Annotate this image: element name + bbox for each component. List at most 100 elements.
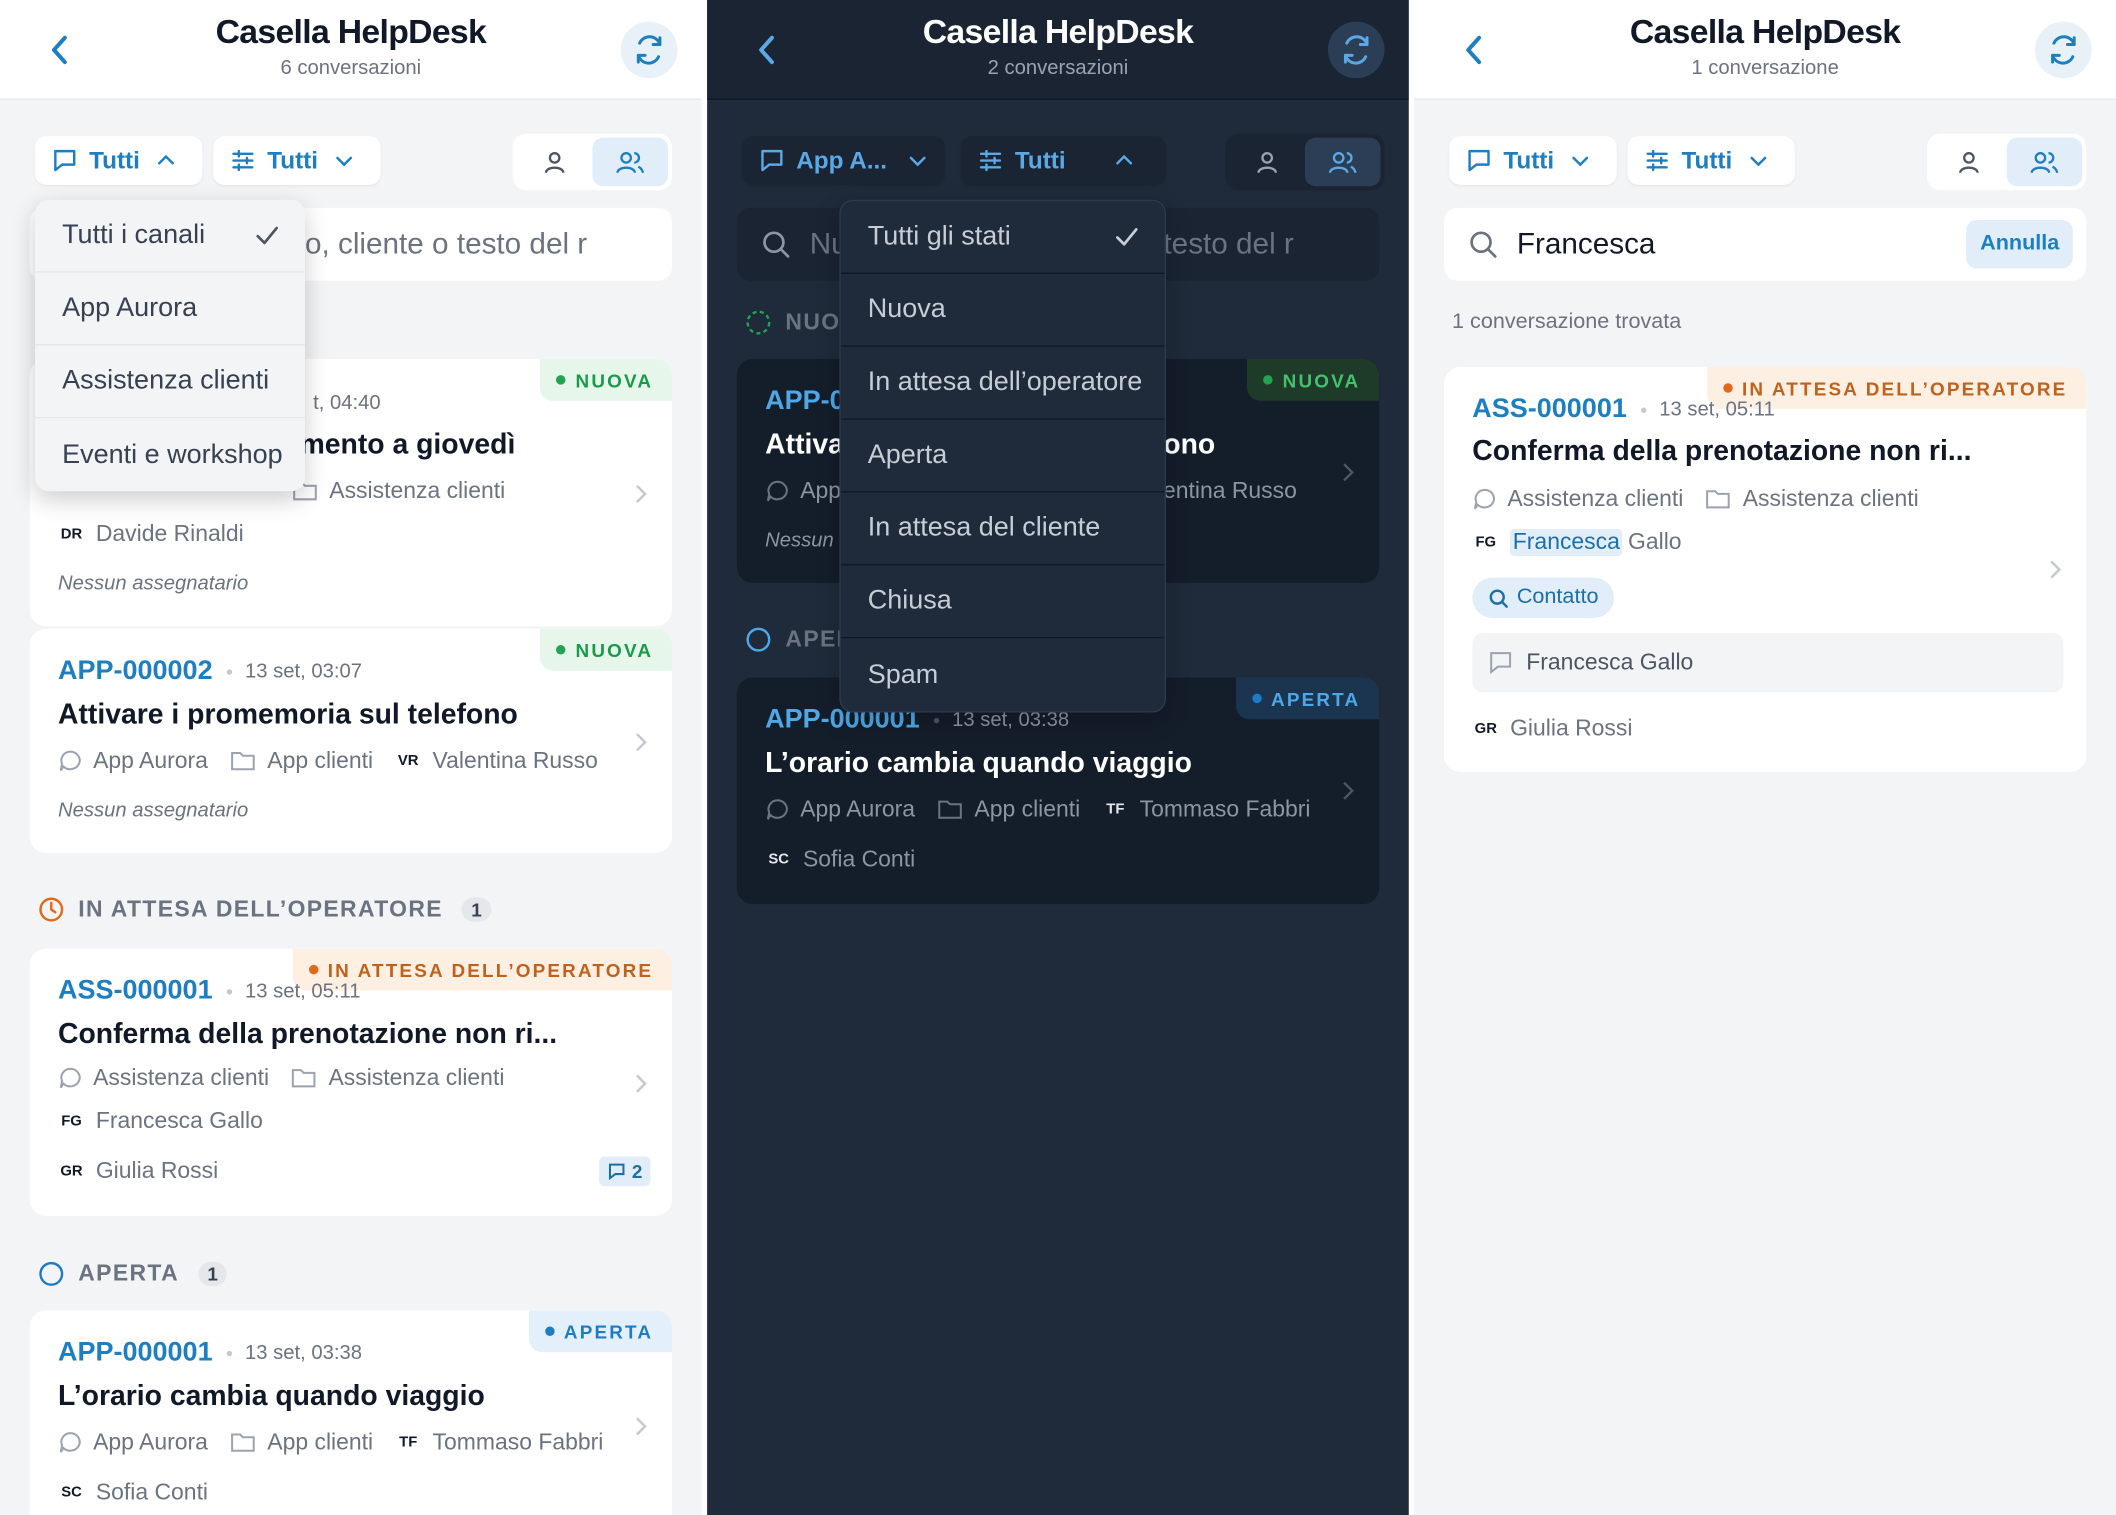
card-customer: Tommaso Fabbri [432, 1429, 604, 1455]
card-queue: App clienti [267, 1429, 374, 1455]
circle-icon [746, 627, 771, 652]
menu-item-new[interactable]: Nuova [840, 274, 1165, 347]
refresh-button[interactable] [620, 21, 678, 79]
section-header-new: NUO [745, 309, 841, 336]
folder-icon [231, 752, 255, 771]
view-toggle [1927, 133, 2087, 191]
menu-item-label: Spam [867, 659, 939, 689]
menu-item-waiting-operator[interactable]: In attesa dell’operatore [840, 347, 1165, 420]
folder-icon [292, 1069, 316, 1088]
conversation-card[interactable]: IN ATTESA DELL’OPERATORE ASS-000001 13 se… [29, 948, 673, 1216]
user-icon [544, 152, 565, 174]
card-queue: App clienti [267, 747, 374, 774]
card-title: Attivare i promemoria sul telefono [58, 699, 518, 731]
conversation-count: 6 conversazioni [280, 56, 422, 80]
message-count: 2 [631, 1160, 643, 1183]
status-badge-label: APERTA [1271, 687, 1361, 710]
status-badge: APERTA [1235, 677, 1380, 720]
message-icon [609, 1163, 625, 1181]
refresh-icon [1343, 35, 1369, 65]
status-dot [556, 645, 567, 655]
channel-filter-label: Tutti [89, 146, 140, 174]
card-customer: Davide Rinaldi [95, 520, 244, 547]
search-icon [763, 231, 790, 258]
status-dot [1723, 383, 1733, 393]
section-count: 1 [461, 897, 492, 922]
card-date: 13 set, 05:11 [1659, 398, 1775, 422]
customer-avatar: FG [1475, 534, 1497, 551]
search-input[interactable]: Francesca Annulla [1443, 207, 2087, 281]
chat-bubble-icon [1468, 149, 1490, 172]
chevron-up-icon [1115, 154, 1132, 165]
card-customer-last: Gallo [1627, 529, 1682, 555]
conversation-card[interactable]: IN ATTESA DELL’OPERATORE ASS-000001 13 se… [1443, 367, 2087, 772]
chat-bubble-icon [54, 149, 76, 172]
channel-filter-button[interactable]: Tutti [1449, 136, 1617, 185]
all-conversations-toggle[interactable] [1304, 137, 1381, 187]
menu-item-events[interactable]: Eventi e workshop [35, 418, 305, 491]
match-tag-label: Contatto [1516, 585, 1599, 609]
user-icon [1958, 152, 1979, 174]
chevron-up-icon [157, 154, 174, 165]
folder-icon [1706, 490, 1731, 509]
status-dot [1252, 693, 1262, 704]
page-title: Casella HelpDesk [215, 13, 487, 52]
refresh-icon [2051, 35, 2076, 65]
page-title: Casella HelpDesk [922, 13, 1194, 52]
menu-item-customer-support[interactable]: Assistenza clienti [35, 345, 305, 419]
conversation-count: 1 conversazione [1691, 56, 1839, 80]
ticket-code: ASS-000001 [1472, 394, 1627, 424]
all-conversations-toggle[interactable] [2006, 137, 2083, 187]
menu-item-all-states[interactable]: Tutti gli stati [840, 201, 1165, 274]
channel-filter-button[interactable]: App A... [742, 136, 945, 185]
all-conversations-toggle[interactable] [592, 137, 668, 187]
customer-avatar: VR [397, 753, 419, 770]
my-conversations-toggle[interactable] [1229, 138, 1305, 187]
menu-item-label: In attesa del cliente [867, 512, 1101, 543]
menu-item-label: Nuova [867, 294, 946, 324]
chat-bubble-icon [59, 1432, 81, 1453]
status-filter-button[interactable]: Tutti [213, 136, 381, 185]
status-dropdown-menu: Tutti gli stati Nuova In attesa dell’ope… [839, 199, 1166, 713]
chat-bubble-icon [766, 480, 788, 502]
refresh-button[interactable] [1327, 21, 1385, 79]
status-badge: NUOVA [540, 628, 673, 671]
my-conversations-toggle[interactable] [517, 138, 593, 187]
status-badge: NUOVA [1247, 358, 1380, 401]
card-agent: Giulia Rossi [95, 1157, 219, 1184]
my-conversations-toggle[interactable] [1931, 138, 2007, 187]
status-badge-label: NUOVA [575, 369, 654, 391]
panel-search-results: Casella HelpDesk 1 conversazione Tutti T… [1414, 0, 2116, 1515]
menu-item-all-channels[interactable]: Tutti i canali [35, 200, 305, 273]
search-highlight: Francesca [1510, 529, 1623, 556]
card-customer: Tommaso Fabbri [1139, 796, 1311, 822]
separator-dot [226, 988, 232, 994]
status-filter-button[interactable]: Tutti [1627, 136, 1795, 185]
status-filter-button[interactable]: Tutti [960, 136, 1166, 185]
screenshot-stage: Casella HelpDesk 6 conversazioni Tutti T… [0, 0, 2116, 1515]
card-agent: Giulia Rossi [1510, 715, 1633, 741]
menu-item-spam[interactable]: Spam [841, 638, 1165, 711]
menu-item-waiting-customer[interactable]: In attesa del cliente [840, 493, 1165, 566]
menu-item-app-aurora[interactable]: App Aurora [35, 273, 305, 346]
refresh-button[interactable] [2035, 21, 2092, 79]
menu-item-label: Assistenza clienti [62, 365, 270, 396]
menu-item-label: In attesa dell’operatore [867, 367, 1143, 397]
card-channel: App [800, 477, 842, 504]
menu-item-open[interactable]: Aperta [840, 420, 1165, 493]
conversation-card[interactable]: NUOVA APP-000002 13 set, 03:07 Attivare i… [29, 628, 673, 853]
conversation-card[interactable]: APERTA APP-000001 13 set, 03:38 L’orario … [29, 1310, 673, 1515]
customer-avatar: TF [399, 1434, 418, 1451]
menu-item-label: Chiusa [867, 585, 952, 616]
search-value: Francesca [1516, 226, 1656, 261]
chevron-right-icon [636, 1417, 647, 1436]
chat-bubble-icon [59, 1067, 81, 1089]
card-title: Conferma della prenotazione non ri... [1472, 435, 1972, 467]
chevron-down-icon [335, 156, 352, 167]
cancel-search-button[interactable]: Annulla [1966, 219, 2073, 269]
status-filter-label: Tutti [1681, 146, 1733, 174]
channel-filter-button[interactable]: Tutti [35, 136, 203, 185]
card-channel: App Aurora [93, 1429, 208, 1455]
section-count: 1 [197, 1261, 228, 1287]
menu-item-closed[interactable]: Chiusa [840, 565, 1165, 639]
